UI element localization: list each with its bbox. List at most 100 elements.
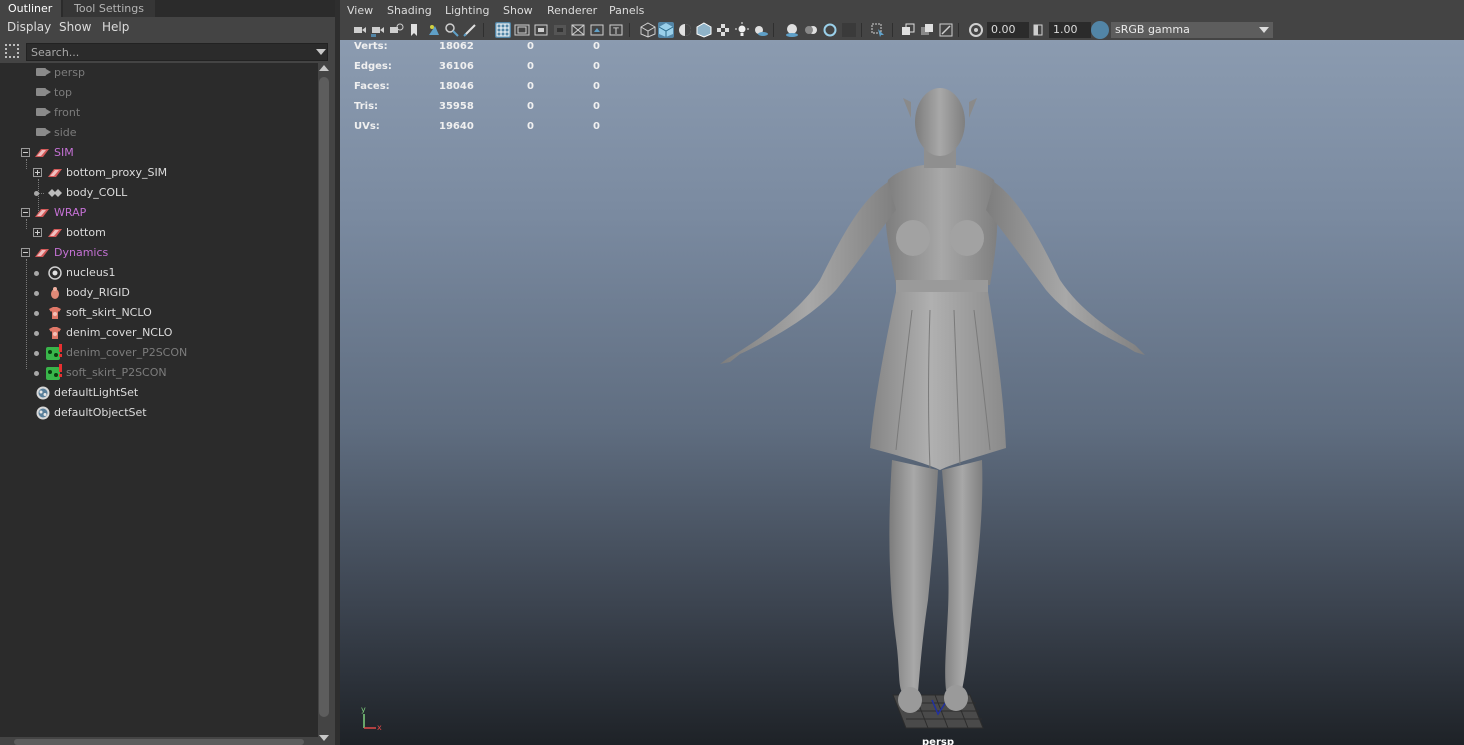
tree-node-dot	[34, 371, 39, 376]
list-item[interactable]: SIM	[0, 143, 318, 163]
toolbar-separator	[861, 23, 862, 37]
item-label: bottom	[66, 226, 106, 239]
image-plane-icon[interactable]	[426, 22, 442, 38]
depth-of-field-icon[interactable]	[841, 22, 857, 38]
search-input[interactable]	[26, 43, 328, 61]
toolbar-separator	[892, 23, 893, 37]
horizontal-scrollbar[interactable]	[0, 737, 318, 745]
exposure-field[interactable]: 0.00	[987, 22, 1029, 38]
menu-panels[interactable]: Panels	[609, 4, 644, 17]
menu-shading[interactable]: Shading	[387, 4, 432, 17]
list-item[interactable]: front	[0, 103, 318, 123]
safe-action-icon[interactable]	[589, 22, 605, 38]
wireframe-icon[interactable]	[640, 22, 656, 38]
view-transform-dropdown[interactable]: sRGB gamma	[1111, 22, 1273, 38]
list-item[interactable]: persp	[0, 63, 318, 83]
camera-attributes-icon[interactable]	[370, 22, 386, 38]
menu-lighting[interactable]: Lighting	[445, 4, 489, 17]
view-axis-gizmo: y x	[361, 705, 382, 732]
list-item[interactable]: top	[0, 83, 318, 103]
item-label: Dynamics	[54, 246, 109, 259]
2d-pan-zoom-icon[interactable]	[444, 22, 460, 38]
camera-icon	[36, 88, 51, 96]
gamma-icon[interactable]	[1030, 22, 1046, 38]
color-management-toggle-icon[interactable]	[1091, 21, 1109, 39]
default-material-icon[interactable]	[677, 22, 693, 38]
xray-joints-icon[interactable]	[919, 22, 935, 38]
safe-title-icon[interactable]: T	[608, 22, 624, 38]
viewport-canvas[interactable]: Verts: 18062 0 0 Edges: 36106 0 0 Faces:…	[340, 40, 1464, 745]
screen-space-ao-icon[interactable]	[784, 22, 800, 38]
use-all-lights-icon[interactable]	[734, 22, 750, 38]
expand-toggle-icon[interactable]	[33, 168, 42, 177]
shadows-icon[interactable]	[753, 22, 769, 38]
menu-show[interactable]: Show	[59, 20, 91, 34]
menu-help[interactable]: Help	[102, 20, 129, 34]
outliner-tree: persp top front side SIM bottom_proxy_SI…	[0, 63, 318, 743]
filter-icon[interactable]	[5, 44, 19, 58]
item-label: top	[54, 86, 73, 99]
list-item[interactable]: WRAP	[0, 203, 318, 223]
menu-display[interactable]: Display	[7, 20, 51, 34]
tab-tool-settings[interactable]: Tool Settings	[63, 0, 155, 17]
list-item[interactable]: bottom	[0, 223, 318, 243]
scrollbar-thumb[interactable]	[14, 739, 304, 745]
field-chart-icon[interactable]	[570, 22, 586, 38]
gate-mask-icon[interactable]	[552, 22, 568, 38]
list-item[interactable]: Dynamics	[0, 243, 318, 263]
expand-toggle-icon[interactable]	[33, 228, 42, 237]
list-item[interactable]: soft_skirt_P2SCON	[0, 363, 318, 383]
gamma-field[interactable]: 1.00	[1049, 22, 1091, 38]
motion-blur-icon[interactable]	[803, 22, 819, 38]
item-label: denim_cover_P2SCON	[66, 346, 188, 359]
list-item[interactable]: nucleus1	[0, 263, 318, 283]
bookmark-icon[interactable]	[406, 22, 422, 38]
transform-icon	[48, 189, 62, 197]
list-item[interactable]: defaultObjectSet	[0, 403, 318, 423]
backface-culling-icon[interactable]	[938, 22, 954, 38]
search-options-arrow-icon[interactable]	[316, 49, 326, 55]
isolate-select-icon[interactable]	[870, 22, 886, 38]
character-model[interactable]	[340, 40, 1464, 745]
panel-tab-bar: Outliner Tool Settings	[0, 0, 335, 17]
collapse-toggle-icon[interactable]	[21, 248, 30, 257]
tab-outliner[interactable]: Outliner	[0, 0, 61, 17]
menu-show[interactable]: Show	[503, 4, 533, 17]
vertical-scrollbar[interactable]	[318, 63, 330, 743]
menu-renderer[interactable]: Renderer	[547, 4, 597, 17]
grid-icon[interactable]	[495, 22, 511, 38]
wireframe-on-shaded-icon[interactable]	[696, 22, 712, 38]
list-item[interactable]: denim_cover_NCLO	[0, 323, 318, 343]
collapse-toggle-icon[interactable]	[21, 208, 30, 217]
list-item[interactable]: defaultLightSet	[0, 383, 318, 403]
scrollbar-thumb[interactable]	[319, 77, 329, 717]
viewport-toolbar: T 0.00 1.00 sRGB gamma	[340, 20, 1464, 40]
bookmarks-icon[interactable]	[388, 22, 404, 38]
tree-node-dot	[34, 311, 39, 316]
anti-aliasing-icon[interactable]	[822, 22, 838, 38]
scroll-up-icon[interactable]	[319, 65, 329, 71]
collapse-toggle-icon[interactable]	[21, 148, 30, 157]
tree-node-dot	[34, 331, 39, 336]
list-item[interactable]: bottom_proxy_SIM	[0, 163, 318, 183]
constraint-icon	[46, 364, 62, 380]
list-item[interactable]: body_COLL	[0, 183, 318, 203]
item-label: SIM	[54, 146, 74, 159]
smooth-shade-icon[interactable]	[658, 22, 674, 38]
list-item[interactable]: body_RIGID	[0, 283, 318, 303]
exposure-icon[interactable]	[968, 22, 984, 38]
grease-pencil-icon[interactable]	[462, 22, 478, 38]
scroll-down-icon[interactable]	[319, 735, 329, 741]
xray-icon[interactable]	[900, 22, 916, 38]
menu-view[interactable]: View	[347, 4, 373, 17]
select-camera-icon[interactable]	[352, 22, 368, 38]
list-item[interactable]: denim_cover_P2SCON	[0, 343, 318, 363]
item-label: nucleus1	[66, 266, 116, 279]
list-item[interactable]: side	[0, 123, 318, 143]
film-gate-icon[interactable]	[514, 22, 530, 38]
camera-icon	[36, 68, 51, 76]
item-label: bottom_proxy_SIM	[66, 166, 168, 179]
resolution-gate-icon[interactable]	[533, 22, 549, 38]
textured-icon[interactable]	[715, 22, 731, 38]
list-item[interactable]: soft_skirt_NCLO	[0, 303, 318, 323]
